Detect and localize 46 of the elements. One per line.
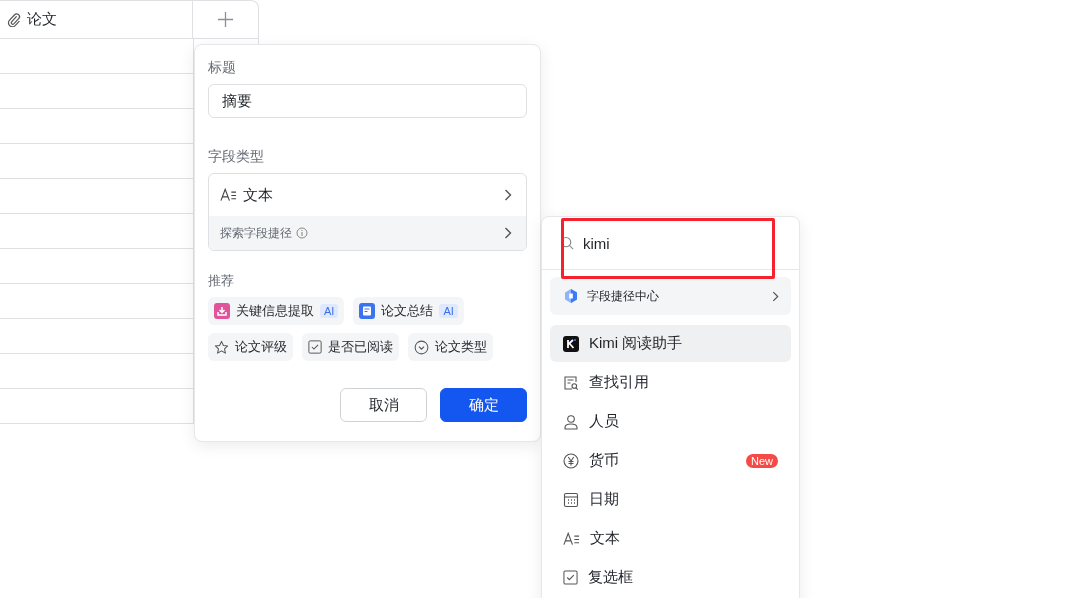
yen-circle-icon: [563, 452, 579, 469]
person-icon: [563, 413, 579, 430]
chevron-right-icon: [772, 290, 779, 302]
recommendation-chip[interactable]: 论文评级: [208, 333, 293, 361]
search-field[interactable]: kimi: [542, 217, 799, 270]
menu-item[interactable]: 复选框: [550, 559, 791, 596]
calendar-icon: [563, 491, 579, 508]
menu-item[interactable]: 日期: [550, 481, 791, 518]
field-label: 标题: [208, 58, 237, 77]
chevron-right-icon: [504, 227, 512, 239]
star-icon: [214, 339, 229, 355]
shortcut-center-row[interactable]: 字段捷径中心: [550, 277, 791, 315]
recommendation-chip[interactable]: 是否已阅读: [302, 333, 399, 361]
new-badge: New: [746, 453, 778, 468]
checkbox-icon: [308, 340, 322, 354]
hexagon-logo-icon: [563, 288, 579, 304]
k-logo-icon: [563, 335, 579, 352]
paperclip-icon: [6, 12, 21, 27]
document-search-icon: [563, 374, 579, 391]
recommendation-chip[interactable]: 论文总结 AI: [353, 297, 464, 325]
menu-item[interactable]: 人员: [550, 403, 791, 440]
chevron-right-icon: [504, 189, 512, 201]
ai-badge: AI: [439, 304, 458, 318]
ai-badge: AI: [320, 304, 339, 318]
cancel-button[interactable]: 取消: [340, 388, 427, 422]
add-column-icon[interactable]: [217, 11, 234, 28]
menu-item[interactable]: 货币 New: [550, 442, 791, 479]
title-field[interactable]: 摘要: [208, 84, 527, 118]
info-icon: [296, 227, 308, 239]
text-type-icon: [220, 188, 237, 202]
dropdown-circle-icon: [414, 339, 429, 355]
text-type-icon: [563, 531, 580, 546]
column-header[interactable]: 论文: [0, 1, 193, 38]
explore-shortcuts-row[interactable]: 探索字段捷径: [209, 216, 526, 250]
recommendation-chip[interactable]: 关键信息提取 AI: [208, 297, 345, 325]
confirm-button[interactable]: 确定: [440, 388, 527, 422]
extract-icon: [214, 303, 230, 319]
menu-item[interactable]: 文本: [550, 520, 791, 557]
field-label: 字段类型: [208, 147, 265, 166]
menu-item[interactable]: Kimi 阅读助手: [550, 325, 791, 362]
section-label: 推荐: [208, 272, 235, 290]
menu-item[interactable]: 查找引用: [550, 364, 791, 401]
checkbox-icon: [563, 570, 578, 585]
field-type-selector[interactable]: 文本: [209, 174, 526, 216]
recommendation-chip[interactable]: 论文类型: [408, 333, 493, 361]
document-icon: [359, 303, 376, 319]
